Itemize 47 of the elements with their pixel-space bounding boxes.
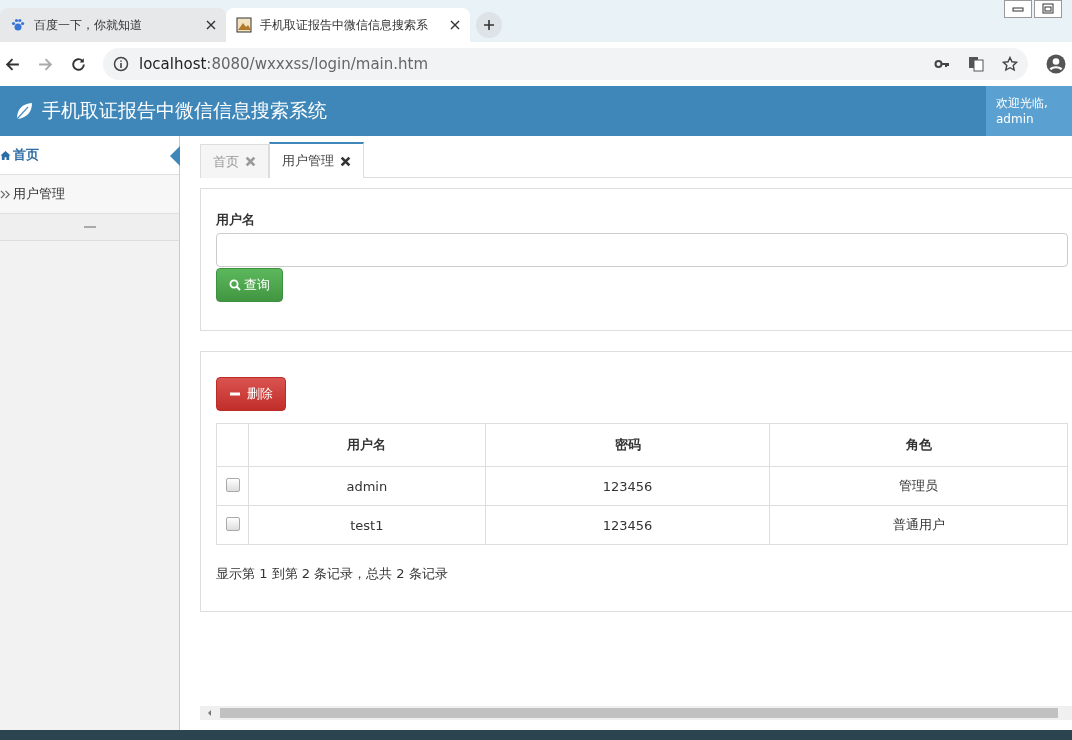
scroll-left-icon[interactable] bbox=[206, 709, 214, 717]
username-field[interactable] bbox=[216, 233, 1068, 267]
table-cell: 123456 bbox=[485, 466, 770, 506]
app-title: 手机取证报告中微信信息搜索系统 bbox=[42, 98, 327, 123]
paw-icon bbox=[10, 17, 26, 33]
page-tab[interactable]: 用户管理 bbox=[269, 142, 364, 178]
delete-button[interactable]: 删除 bbox=[216, 377, 286, 411]
url-text: localhost:8080/wxxxss/login/main.htm bbox=[139, 55, 429, 73]
info-icon[interactable] bbox=[113, 56, 129, 72]
reload-icon[interactable] bbox=[70, 55, 87, 73]
column-header: 密码 bbox=[485, 423, 770, 467]
scrollbar-thumb[interactable] bbox=[220, 708, 1058, 718]
close-icon[interactable] bbox=[340, 155, 351, 167]
pagination-text: 显示第 1 到第 2 条记录，总共 2 条记录 bbox=[216, 565, 448, 583]
table-cell: test1 bbox=[248, 505, 486, 545]
translate-icon[interactable] bbox=[968, 56, 984, 72]
column-header: 用户名 bbox=[248, 423, 486, 467]
close-icon[interactable] bbox=[206, 20, 216, 30]
restore-icon[interactable] bbox=[1034, 0, 1062, 18]
table-cell: admin bbox=[248, 466, 486, 506]
address-bar[interactable]: localhost:8080/wxxxss/login/main.htm bbox=[103, 48, 1028, 80]
tab-title: 手机取证报告中微信信息搜索系 bbox=[260, 16, 429, 34]
sidebar-item[interactable]: 用户管理 bbox=[0, 175, 179, 214]
close-icon[interactable] bbox=[450, 20, 460, 30]
leaf-icon bbox=[14, 101, 34, 121]
browser-tab[interactable]: 手机取证报告中微信信息搜索系 bbox=[226, 8, 470, 42]
new-tab-button[interactable] bbox=[476, 12, 502, 38]
row-checkbox[interactable] bbox=[225, 477, 240, 492]
browser-tab[interactable]: 百度一下，你就知道 bbox=[0, 8, 226, 42]
double-chevron-icon bbox=[0, 188, 11, 200]
sidebar-item[interactable]: 首页 bbox=[0, 136, 179, 175]
horizontal-scrollbar[interactable] bbox=[200, 706, 1072, 720]
search-icon bbox=[229, 279, 241, 291]
star-icon[interactable] bbox=[1002, 56, 1018, 72]
home-icon bbox=[0, 149, 11, 161]
table-cell: 123456 bbox=[485, 505, 770, 545]
welcome-text: 欢迎光临, bbox=[996, 95, 1049, 111]
plus-icon bbox=[483, 19, 495, 31]
table-cell: 普通用户 bbox=[769, 505, 1068, 545]
row-checkbox[interactable] bbox=[225, 516, 240, 531]
field-label: 用户名 bbox=[216, 211, 255, 229]
account-icon[interactable] bbox=[1046, 54, 1066, 74]
tab-title: 百度一下，你就知道 bbox=[34, 16, 143, 34]
picture-icon bbox=[236, 17, 252, 33]
column-header: 角色 bbox=[769, 423, 1068, 467]
table-cell: 管理员 bbox=[769, 466, 1068, 506]
minimize-icon[interactable] bbox=[1004, 0, 1032, 18]
